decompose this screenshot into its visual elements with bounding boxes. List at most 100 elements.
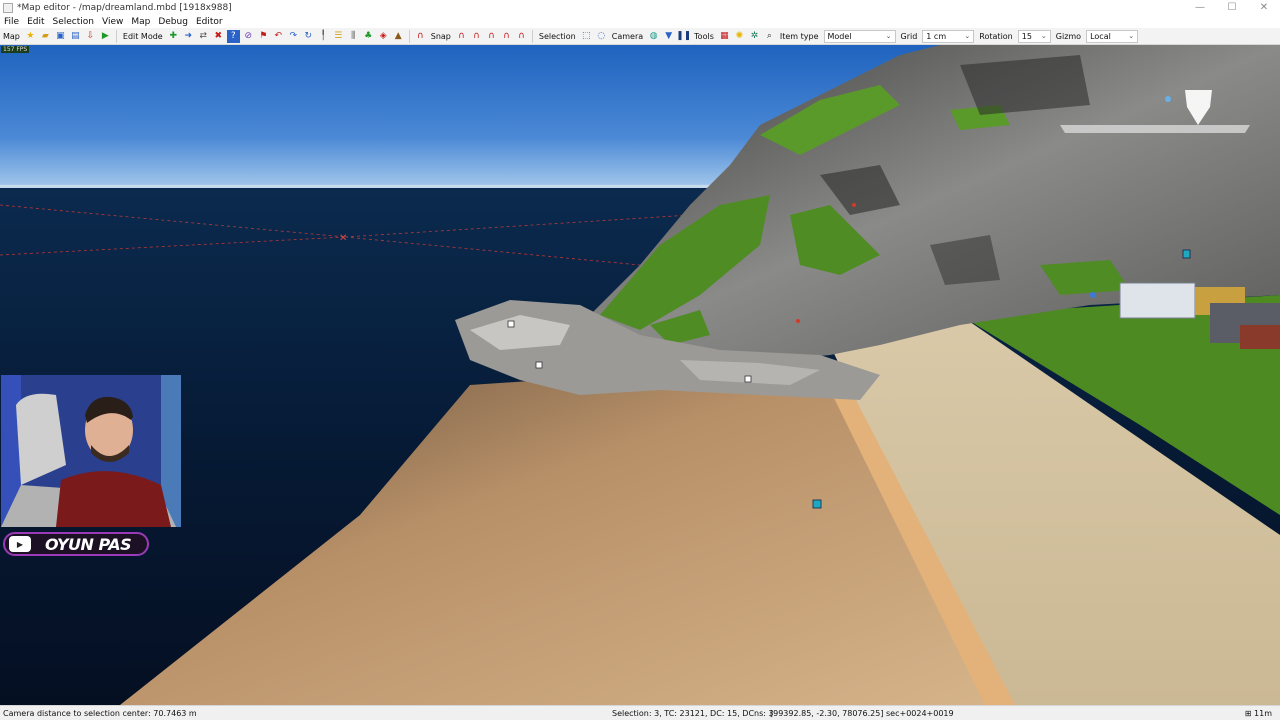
filter-icon[interactable]: ▼ [662, 30, 675, 43]
search-icon[interactable]: ⌕ [763, 30, 776, 43]
road-icon[interactable]: ☰ [332, 30, 345, 43]
add-icon[interactable]: ✚ [167, 30, 180, 43]
menu-selection[interactable]: Selection [49, 17, 98, 27]
fps-counter: 157 FPS [1, 46, 30, 53]
snap-b-icon[interactable]: ∩ [470, 30, 483, 43]
delete-icon[interactable]: ✖ [212, 30, 225, 43]
item-type-select[interactable]: Model ⌄ [823, 29, 896, 43]
status-bar: Camera distance to selection center: 70.… [0, 705, 1280, 720]
chevron-down-icon: ⌄ [964, 32, 971, 40]
scene-render: ✕ [0, 45, 1280, 705]
magnet-icon[interactable]: ∩ [414, 30, 427, 43]
container [1240, 325, 1280, 349]
maximize-button[interactable]: ☐ [1216, 0, 1248, 15]
edit-mode-label[interactable]: Edit Mode [120, 32, 166, 41]
selection-info-text: Selection: 3, TC: 23121, DC: 15, DCns: 3 [612, 708, 774, 718]
webcam-overlay [1, 375, 181, 527]
link-icon[interactable]: ⇄ [197, 30, 210, 43]
chevron-down-icon: ⌄ [1128, 32, 1135, 40]
disable-icon[interactable]: ⊘ [242, 30, 255, 43]
menu-debug[interactable]: Debug [154, 17, 192, 27]
chevron-down-icon: ⌄ [885, 32, 892, 40]
window-title: *Map editor - /map/dreamland.mbd [1918x9… [17, 2, 232, 13]
snap-label[interactable]: Snap [428, 32, 454, 41]
settings-gear-icon[interactable]: ✲ [748, 30, 761, 43]
scale-indicator: ⊞ 11m [1245, 709, 1272, 718]
scale-icon: ⊞ [1244, 708, 1252, 718]
selection-handle[interactable] [744, 375, 752, 383]
spawn-marker[interactable] [1182, 249, 1191, 259]
camera-label[interactable]: Camera [609, 32, 646, 41]
scale-value: 11m [1254, 708, 1272, 718]
export-icon[interactable]: ⇩ [84, 30, 97, 43]
menu-bar: File Edit Selection View Map Debug Edito… [0, 15, 1280, 28]
close-button[interactable]: ✕ [1248, 0, 1280, 15]
grid-select[interactable]: 1 cm ⌄ [922, 29, 975, 43]
separator [408, 29, 410, 43]
rotation-label: Rotation [979, 31, 1013, 41]
sun-icon[interactable]: ✺ [733, 30, 746, 43]
grid-value: 1 cm [926, 31, 947, 41]
traffic-icon[interactable]: ⫼ [347, 30, 360, 43]
globe-icon[interactable]: ◍ [647, 30, 660, 43]
gizmo-value: Local [1090, 31, 1111, 41]
waypoint-marker[interactable] [1090, 292, 1096, 298]
terrain-icon[interactable]: ▲ [392, 30, 405, 43]
rotate-right-icon[interactable]: ↷ [287, 30, 300, 43]
menu-edit[interactable]: Edit [23, 17, 48, 27]
save-icon[interactable]: ▣ [54, 30, 67, 43]
snap-e-icon[interactable]: ∩ [515, 30, 528, 43]
waypoint-marker[interactable] [1165, 96, 1171, 102]
move-arrow-icon[interactable]: ➜ [182, 30, 195, 43]
help-icon[interactable]: ? [226, 29, 240, 43]
waypoint-marker[interactable] [852, 203, 856, 207]
menu-map[interactable]: Map [127, 17, 154, 27]
snap-d-icon[interactable]: ∩ [500, 30, 513, 43]
3d-viewport[interactable]: ✕ 157 FPS [0, 45, 1280, 705]
waypoint-marker[interactable] [796, 319, 800, 323]
lasso-select-icon[interactable]: ◌ [595, 30, 608, 43]
map-tool-label[interactable]: Map [0, 32, 23, 41]
play-icon[interactable]: ▶ [99, 30, 112, 43]
snap-a-icon[interactable]: ∩ [455, 30, 468, 43]
car-icon[interactable]: ◈ [377, 30, 390, 43]
open-folder-icon[interactable]: ▰ [39, 30, 52, 43]
menu-editor[interactable]: Editor [192, 17, 227, 27]
marker-icon[interactable]: ╿ [317, 30, 330, 43]
save-as-icon[interactable]: ▤ [69, 30, 82, 43]
tree-icon[interactable]: ♣ [362, 30, 375, 43]
flag-icon[interactable]: ⚑ [257, 30, 270, 43]
minimize-button[interactable]: — [1184, 0, 1216, 15]
grid-tool-icon[interactable]: ▦ [718, 30, 731, 43]
grid-label: Grid [900, 31, 918, 41]
rotate-left-icon[interactable]: ↶ [272, 30, 285, 43]
item-type-value: Model [827, 31, 852, 41]
gizmo-label: Gizmo [1055, 31, 1082, 41]
star-icon[interactable]: ★ [24, 30, 37, 43]
rotation-value: 15 [1021, 31, 1032, 41]
separator [115, 29, 117, 43]
pause-icon[interactable]: ❚❚ [676, 30, 691, 43]
separator [531, 29, 533, 43]
rect-select-icon[interactable]: ⬚ [580, 30, 593, 43]
building [1119, 282, 1196, 319]
rotation-select[interactable]: 15 ⌄ [1017, 29, 1051, 43]
bridge-structure [1060, 125, 1250, 133]
tools-label[interactable]: Tools [691, 32, 717, 41]
selection-handle[interactable] [535, 361, 543, 369]
channel-name: OYUN PAS [45, 534, 132, 554]
snap-c-icon[interactable]: ∩ [485, 30, 498, 43]
title-bar: *Map editor - /map/dreamland.mbd [1918x9… [0, 0, 1280, 15]
chevron-down-icon: ⌄ [1040, 32, 1047, 40]
menu-view[interactable]: View [98, 17, 127, 27]
spawn-marker[interactable] [812, 499, 822, 509]
coordinates-text: [99392.85, -2.30, 78076.25] sec+0024+001… [770, 708, 954, 718]
selection-handle[interactable] [507, 320, 515, 328]
toolbar: Map ★ ▰ ▣ ▤ ⇩ ▶ Edit Mode ✚ ➜ ⇄ ✖ ? ⊘ ⚑ … [0, 28, 1280, 45]
refresh-icon[interactable]: ↻ [302, 30, 315, 43]
selection-label[interactable]: Selection [536, 32, 579, 41]
camera-distance-text: Camera distance to selection center: 70.… [3, 708, 197, 718]
menu-file[interactable]: File [0, 17, 23, 27]
gizmo-select[interactable]: Local ⌄ [1086, 29, 1139, 43]
node-marker-icon[interactable]: ✕ [339, 233, 347, 244]
